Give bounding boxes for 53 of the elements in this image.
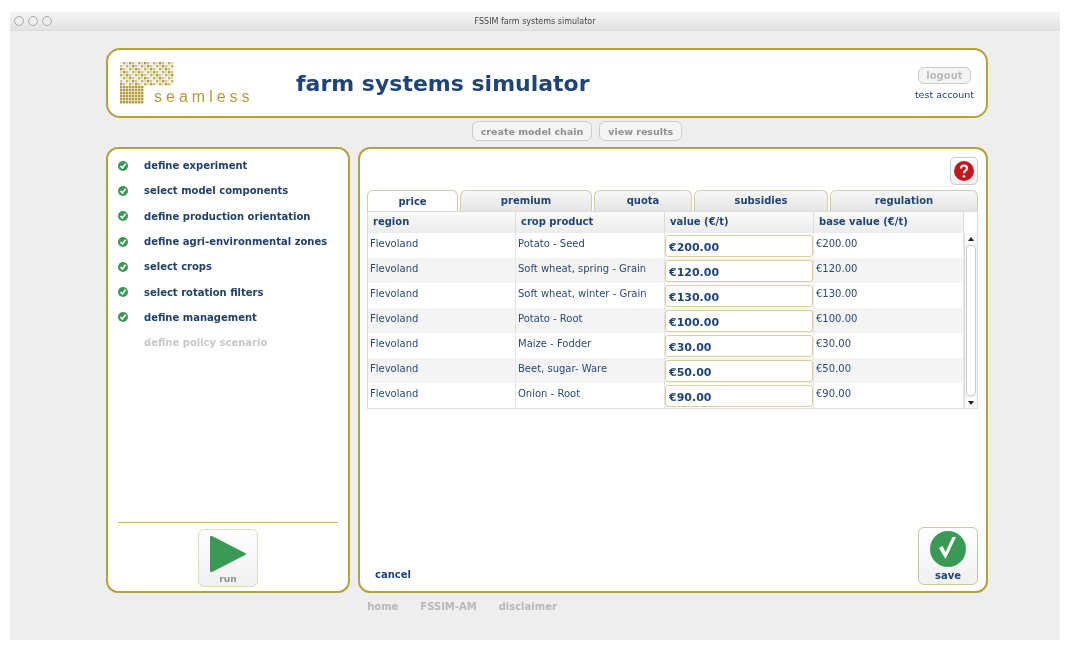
step-link[interactable]: define agri-environmental zones (144, 236, 328, 248)
step-link[interactable]: select rotation filters (144, 286, 264, 298)
table-cell: Onion - Root (518, 388, 581, 399)
table-cell: €200.00 (816, 238, 858, 249)
tab[interactable]: regulation (830, 190, 978, 211)
table-cell: Flevoland (370, 388, 419, 399)
table-cell: €120.00 (816, 263, 858, 274)
step-link[interactable]: select crops (144, 261, 212, 273)
value-input[interactable]: €90.00 (665, 385, 813, 407)
scroll-up-icon[interactable] (965, 233, 977, 244)
step-link[interactable]: define experiment (144, 160, 248, 172)
step-link[interactable]: select model components (144, 185, 289, 197)
value-input[interactable]: €30.00 (665, 335, 813, 357)
help-icon (954, 161, 974, 181)
value-input[interactable]: €100.00 (665, 310, 813, 332)
table-cell: €100.00 (816, 313, 858, 324)
table-cell: Flevoland (370, 313, 419, 324)
table-cell: Beet, sugar- Ware (518, 363, 608, 374)
table-cell: Soft wheat, winter - Grain (518, 288, 647, 299)
scrollbar[interactable] (964, 233, 977, 408)
step-link[interactable]: define production orientation (144, 210, 311, 222)
table-cell: Soft wheat, spring - Grain (518, 263, 647, 274)
table-cell: Potato - Seed (518, 238, 585, 249)
play-icon (209, 534, 247, 574)
scroll-down-icon[interactable] (965, 397, 977, 408)
cancel-link[interactable]: cancel (375, 569, 411, 580)
help-button[interactable] (950, 157, 978, 185)
value-input[interactable]: €200.00 (665, 235, 813, 257)
step-link[interactable]: define management (144, 311, 257, 323)
value-input[interactable]: €50.00 (665, 360, 813, 382)
table-cell: €130.00 (816, 288, 858, 299)
value-input[interactable]: €120.00 (665, 260, 813, 282)
table-cell: Flevoland (370, 238, 419, 249)
table-cell: Maize - Fodder (518, 338, 592, 349)
table-cell: €90.00 (816, 388, 851, 399)
value-input[interactable]: €130.00 (665, 285, 813, 307)
app-title: farm systems simulator (296, 70, 591, 96)
table-cell: Flevoland (370, 338, 419, 349)
table-cell: Potato - Root (518, 313, 583, 324)
table-cell: €30.00 (816, 338, 851, 349)
check-icon (930, 531, 966, 567)
table-cell: Flevoland (370, 363, 419, 374)
save-button[interactable]: save (918, 527, 978, 585)
logo-text: seamless (154, 88, 254, 106)
table-cell: Flevoland (370, 263, 419, 274)
table-cell: €50.00 (816, 363, 851, 374)
tab[interactable]: subsidies (694, 190, 828, 211)
tab[interactable]: quota (594, 190, 692, 211)
table-cell: Flevoland (370, 288, 419, 299)
tab[interactable]: premium (460, 190, 592, 211)
window-title: FSSIM farm systems simulator (474, 16, 596, 26)
account-name: test account (914, 88, 974, 100)
tab[interactable]: price (367, 190, 458, 211)
